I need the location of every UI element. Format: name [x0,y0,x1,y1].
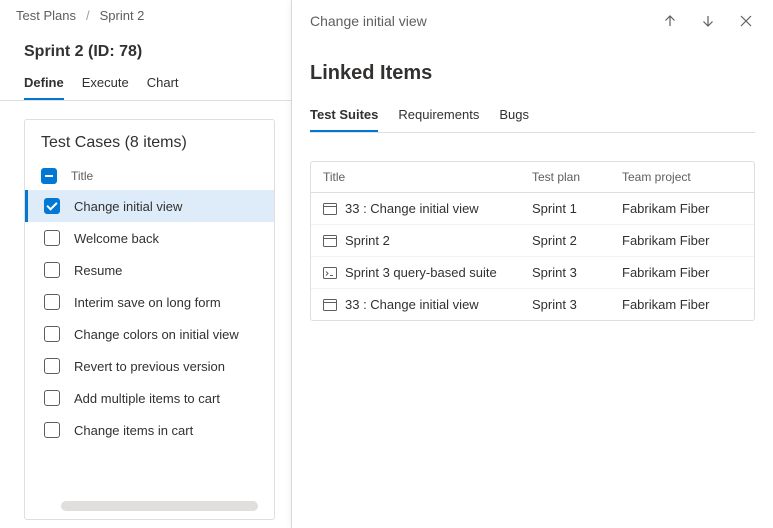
cell-project: Fabrikam Fiber [622,233,742,248]
close-icon [738,13,754,29]
detail-header: Change initial view [310,10,755,38]
tab-define[interactable]: Define [24,67,64,100]
breadcrumb: Test Plans / Sprint 2 [0,0,291,31]
left-pane: Test Plans / Sprint 2 Sprint 2 (ID: 78) … [0,0,292,528]
test-case-row[interactable]: Change items in cart [25,414,274,446]
tab-execute[interactable]: Execute [82,67,129,100]
test-case-label: Change colors on initial view [74,327,239,342]
select-all-checkbox[interactable] [41,168,57,184]
test-case-row[interactable]: Resume [25,254,274,286]
detail-tabs: Test Suites Requirements Bugs [310,99,755,133]
detail-title: Change initial view [310,13,427,29]
test-case-checkbox[interactable] [44,230,60,246]
static-suite-icon [323,203,337,215]
cell-title: Sprint 2 [323,233,532,248]
test-case-checkbox[interactable] [44,198,60,214]
linked-items-table: Title Test plan Team project 33 : Change… [310,161,755,321]
cell-title: 33 : Change initial view [323,297,532,312]
linked-items-title: Linked Items [310,38,755,99]
test-cases-panel: Test Cases (8 items) Title Change initia… [24,119,275,520]
test-case-checkbox[interactable] [44,262,60,278]
column-header-title[interactable]: Title [71,169,93,183]
test-case-label: Change initial view [74,199,182,214]
table-header-row: Title Test plan Team project [311,162,754,193]
test-case-checkbox[interactable] [44,422,60,438]
test-cases-header: Test Cases (8 items) [25,120,274,162]
detail-tab-test-suites[interactable]: Test Suites [310,99,378,132]
cell-title: 33 : Change initial view [323,201,532,216]
test-case-row[interactable]: Revert to previous version [25,350,274,382]
column-header-project[interactable]: Team project [622,170,742,184]
column-header-plan[interactable]: Test plan [532,170,622,184]
detail-tab-bugs[interactable]: Bugs [499,99,529,132]
table-row[interactable]: 33 : Change initial view Sprint 1Fabrikam… [311,193,754,225]
cell-title: Sprint 3 query-based suite [323,265,532,280]
cell-plan: Sprint 3 [532,297,622,312]
breadcrumb-separator: / [86,8,90,23]
test-case-label: Resume [74,263,122,278]
test-case-label: Welcome back [74,231,159,246]
test-case-row[interactable]: Interim save on long form [25,286,274,318]
suite-title: 33 : Change initial view [345,297,479,312]
cell-plan: Sprint 2 [532,233,622,248]
suite-title: 33 : Change initial view [345,201,479,216]
main-tabs: Define Execute Chart [0,67,291,101]
test-case-label: Interim save on long form [74,295,221,310]
test-case-checkbox[interactable] [44,294,60,310]
test-case-row[interactable]: Add multiple items to cart [25,382,274,414]
test-case-label: Change items in cart [74,423,193,438]
test-case-label: Add multiple items to cart [74,391,220,406]
next-button[interactable] [699,12,717,30]
query-suite-icon [323,267,337,279]
detail-actions [661,12,755,30]
breadcrumb-item[interactable]: Test Plans [16,8,76,23]
detail-tab-requirements[interactable]: Requirements [398,99,479,132]
table-row[interactable]: Sprint 2Sprint 2Fabrikam Fiber [311,225,754,257]
test-case-row[interactable]: Change initial view [25,190,274,222]
cell-project: Fabrikam Fiber [622,201,742,216]
arrow-down-icon [700,13,716,29]
detail-pane: Change initial view Linked Items Test Su… [292,0,773,528]
table-row[interactable]: 33 : Change initial view Sprint 3Fabrikam… [311,289,754,320]
cell-project: Fabrikam Fiber [622,265,742,280]
table-row[interactable]: Sprint 3 query-based suite Sprint 3Fabrik… [311,257,754,289]
breadcrumb-item[interactable]: Sprint 2 [100,8,145,23]
column-header-title[interactable]: Title [323,170,532,184]
static-suite-icon [323,299,337,311]
close-button[interactable] [737,12,755,30]
test-case-row[interactable]: Change colors on initial view [25,318,274,350]
arrow-up-icon [662,13,678,29]
test-case-checkbox[interactable] [44,326,60,342]
cell-plan: Sprint 3 [532,265,622,280]
horizontal-scrollbar[interactable] [61,501,258,511]
static-suite-icon [323,235,337,247]
page-title: Sprint 2 (ID: 78) [0,31,291,67]
suite-title: Sprint 2 [345,233,390,248]
tab-chart[interactable]: Chart [147,67,179,100]
select-all-row: Title [25,162,274,190]
test-case-row[interactable]: Welcome back [25,222,274,254]
suite-title: Sprint 3 query-based suite [345,265,497,280]
test-case-checkbox[interactable] [44,390,60,406]
test-case-list: Change initial view Welcome back Resume Int… [25,190,274,501]
cell-project: Fabrikam Fiber [622,297,742,312]
test-case-label: Revert to previous version [74,359,225,374]
cell-plan: Sprint 1 [532,201,622,216]
test-case-checkbox[interactable] [44,358,60,374]
previous-button[interactable] [661,12,679,30]
